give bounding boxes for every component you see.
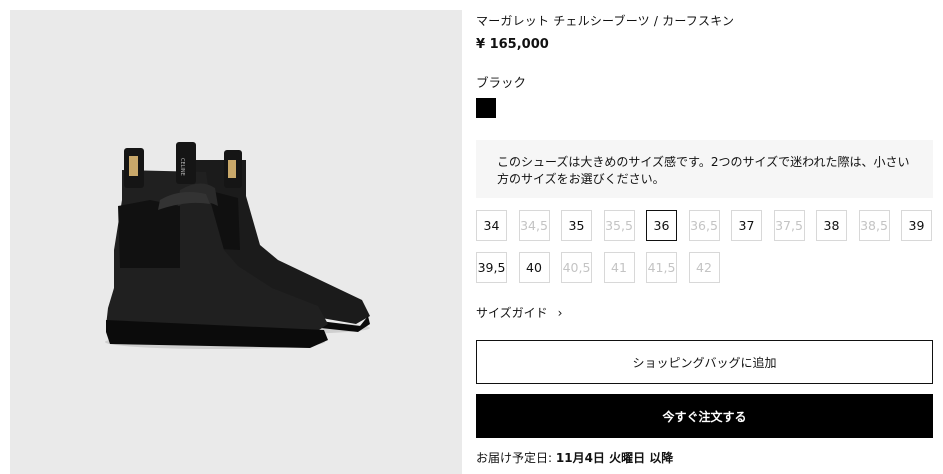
size-option: 35,5: [603, 210, 635, 241]
chevron-right-icon: ›: [557, 305, 563, 320]
add-to-bag-button[interactable]: ショッピングバッグに追加: [476, 340, 933, 384]
product-title: マーガレット チェルシーブーツ / カーフスキン: [476, 14, 735, 28]
color-name: ブラック: [476, 75, 527, 90]
delivery-prefix: お届け予定日:: [476, 451, 553, 465]
size-option: 42: [688, 252, 720, 283]
product-price: ¥ 165,000: [476, 37, 549, 52]
size-option: 38,5: [858, 210, 890, 241]
size-option[interactable]: 36: [646, 210, 677, 241]
size-option: 34,5: [518, 210, 550, 241]
size-option: 37,5: [773, 210, 805, 241]
size-option[interactable]: 37: [731, 210, 762, 241]
size-option: 40,5: [561, 252, 592, 283]
size-option[interactable]: 39,5: [476, 252, 507, 283]
svg-text:CELINE: CELINE: [179, 158, 185, 176]
size-option[interactable]: 38: [816, 210, 847, 241]
color-swatch-black[interactable]: [476, 98, 496, 118]
product-image[interactable]: CELINE: [10, 10, 462, 474]
chelsea-boots-image: CELINE: [105, 142, 370, 349]
size-guide-link[interactable]: サイズガイド ›: [476, 304, 562, 321]
size-option: 36,5: [688, 210, 720, 241]
size-option[interactable]: 40: [518, 252, 550, 283]
size-option: 41,5: [646, 252, 677, 283]
size-option[interactable]: 34: [476, 210, 507, 241]
delivery-date: 11月4日 火曜日 以降: [555, 451, 674, 465]
size-option[interactable]: 35: [561, 210, 592, 241]
size-notice: このシューズは大きめのサイズ感です。2つのサイズで迷われた際は、小さい方のサイズ…: [476, 140, 933, 198]
delivery-estimate: お届け予定日: 11月4日 火曜日 以降: [476, 449, 673, 466]
size-option[interactable]: 39: [901, 210, 932, 241]
buy-now-button[interactable]: 今すぐ注文する: [476, 394, 933, 438]
size-option: 41: [603, 252, 635, 283]
size-guide-label: サイズガイド: [476, 306, 548, 320]
